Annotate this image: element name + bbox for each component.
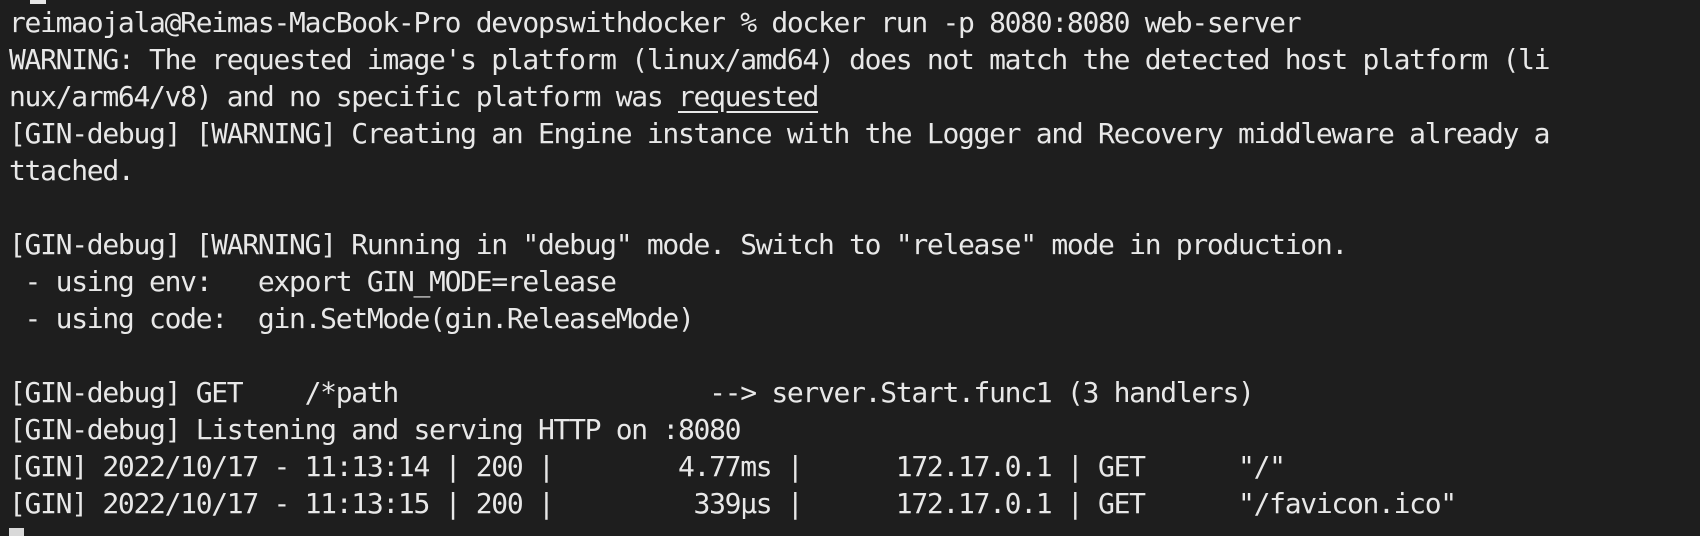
terminal-line-text: [GIN] 2022/10/17 - 11:13:15 | 200 | 339µ… — [9, 487, 1457, 520]
terminal-line-text: ttached. — [9, 154, 135, 187]
terminal-line: nux/arm64/v8) and no specific platform w… — [9, 78, 1699, 115]
terminal-line-text: [GIN-debug] GET /*path --> server.Start.… — [9, 376, 1255, 409]
terminal-line-text: [GIN-debug] [WARNING] Running in "debug"… — [9, 228, 1348, 261]
terminal-line-text: [GIN] 2022/10/17 - 11:13:14 | 200 | 4.77… — [9, 450, 1286, 483]
terminal-line: ttached. — [9, 152, 1699, 189]
terminal-line: - using code: gin.SetMode(gin.ReleaseMod… — [9, 300, 1699, 337]
terminal-line-text: reimaojala@Reimas-MacBook-Pro devopswith… — [9, 6, 1302, 39]
underlined-text: requested — [677, 80, 819, 113]
terminal-output: reimaojala@Reimas-MacBook-Pro devopswith… — [9, 4, 1699, 536]
terminal-line-text: nux/arm64/v8) and no specific platform w… — [9, 80, 678, 113]
terminal-line: [GIN] 2022/10/17 - 11:13:15 | 200 | 339µ… — [9, 485, 1699, 522]
terminal-cursor — [9, 528, 24, 536]
terminal-line: WARNING: The requested image's platform … — [9, 41, 1699, 78]
terminal-line: [GIN-debug] [WARNING] Running in "debug"… — [9, 226, 1699, 263]
terminal-line: [GIN-debug] [WARNING] Creating an Engine… — [9, 115, 1699, 152]
terminal-window[interactable]: reimaojala@Reimas-MacBook-Pro devopswith… — [0, 0, 1700, 536]
terminal-line-text: [GIN-debug] [WARNING] Creating an Engine… — [9, 117, 1550, 150]
terminal-line-text: [GIN-debug] Listening and serving HTTP o… — [9, 413, 742, 446]
terminal-line-text: - using env: export GIN_MODE=release — [9, 265, 618, 298]
terminal-line: [GIN-debug] Listening and serving HTTP o… — [9, 411, 1699, 448]
terminal-line: reimaojala@Reimas-MacBook-Pro devopswith… — [9, 4, 1699, 41]
terminal-line-text: WARNING: The requested image's platform … — [9, 43, 1550, 76]
terminal-line — [9, 522, 1699, 536]
terminal-line-text: - using code: gin.SetMode(gin.ReleaseMod… — [9, 302, 695, 335]
terminal-line: - using env: export GIN_MODE=release — [9, 263, 1699, 300]
terminal-line: [GIN-debug] GET /*path --> server.Start.… — [9, 374, 1699, 411]
terminal-line: [GIN] 2022/10/17 - 11:13:14 | 200 | 4.77… — [9, 448, 1699, 485]
